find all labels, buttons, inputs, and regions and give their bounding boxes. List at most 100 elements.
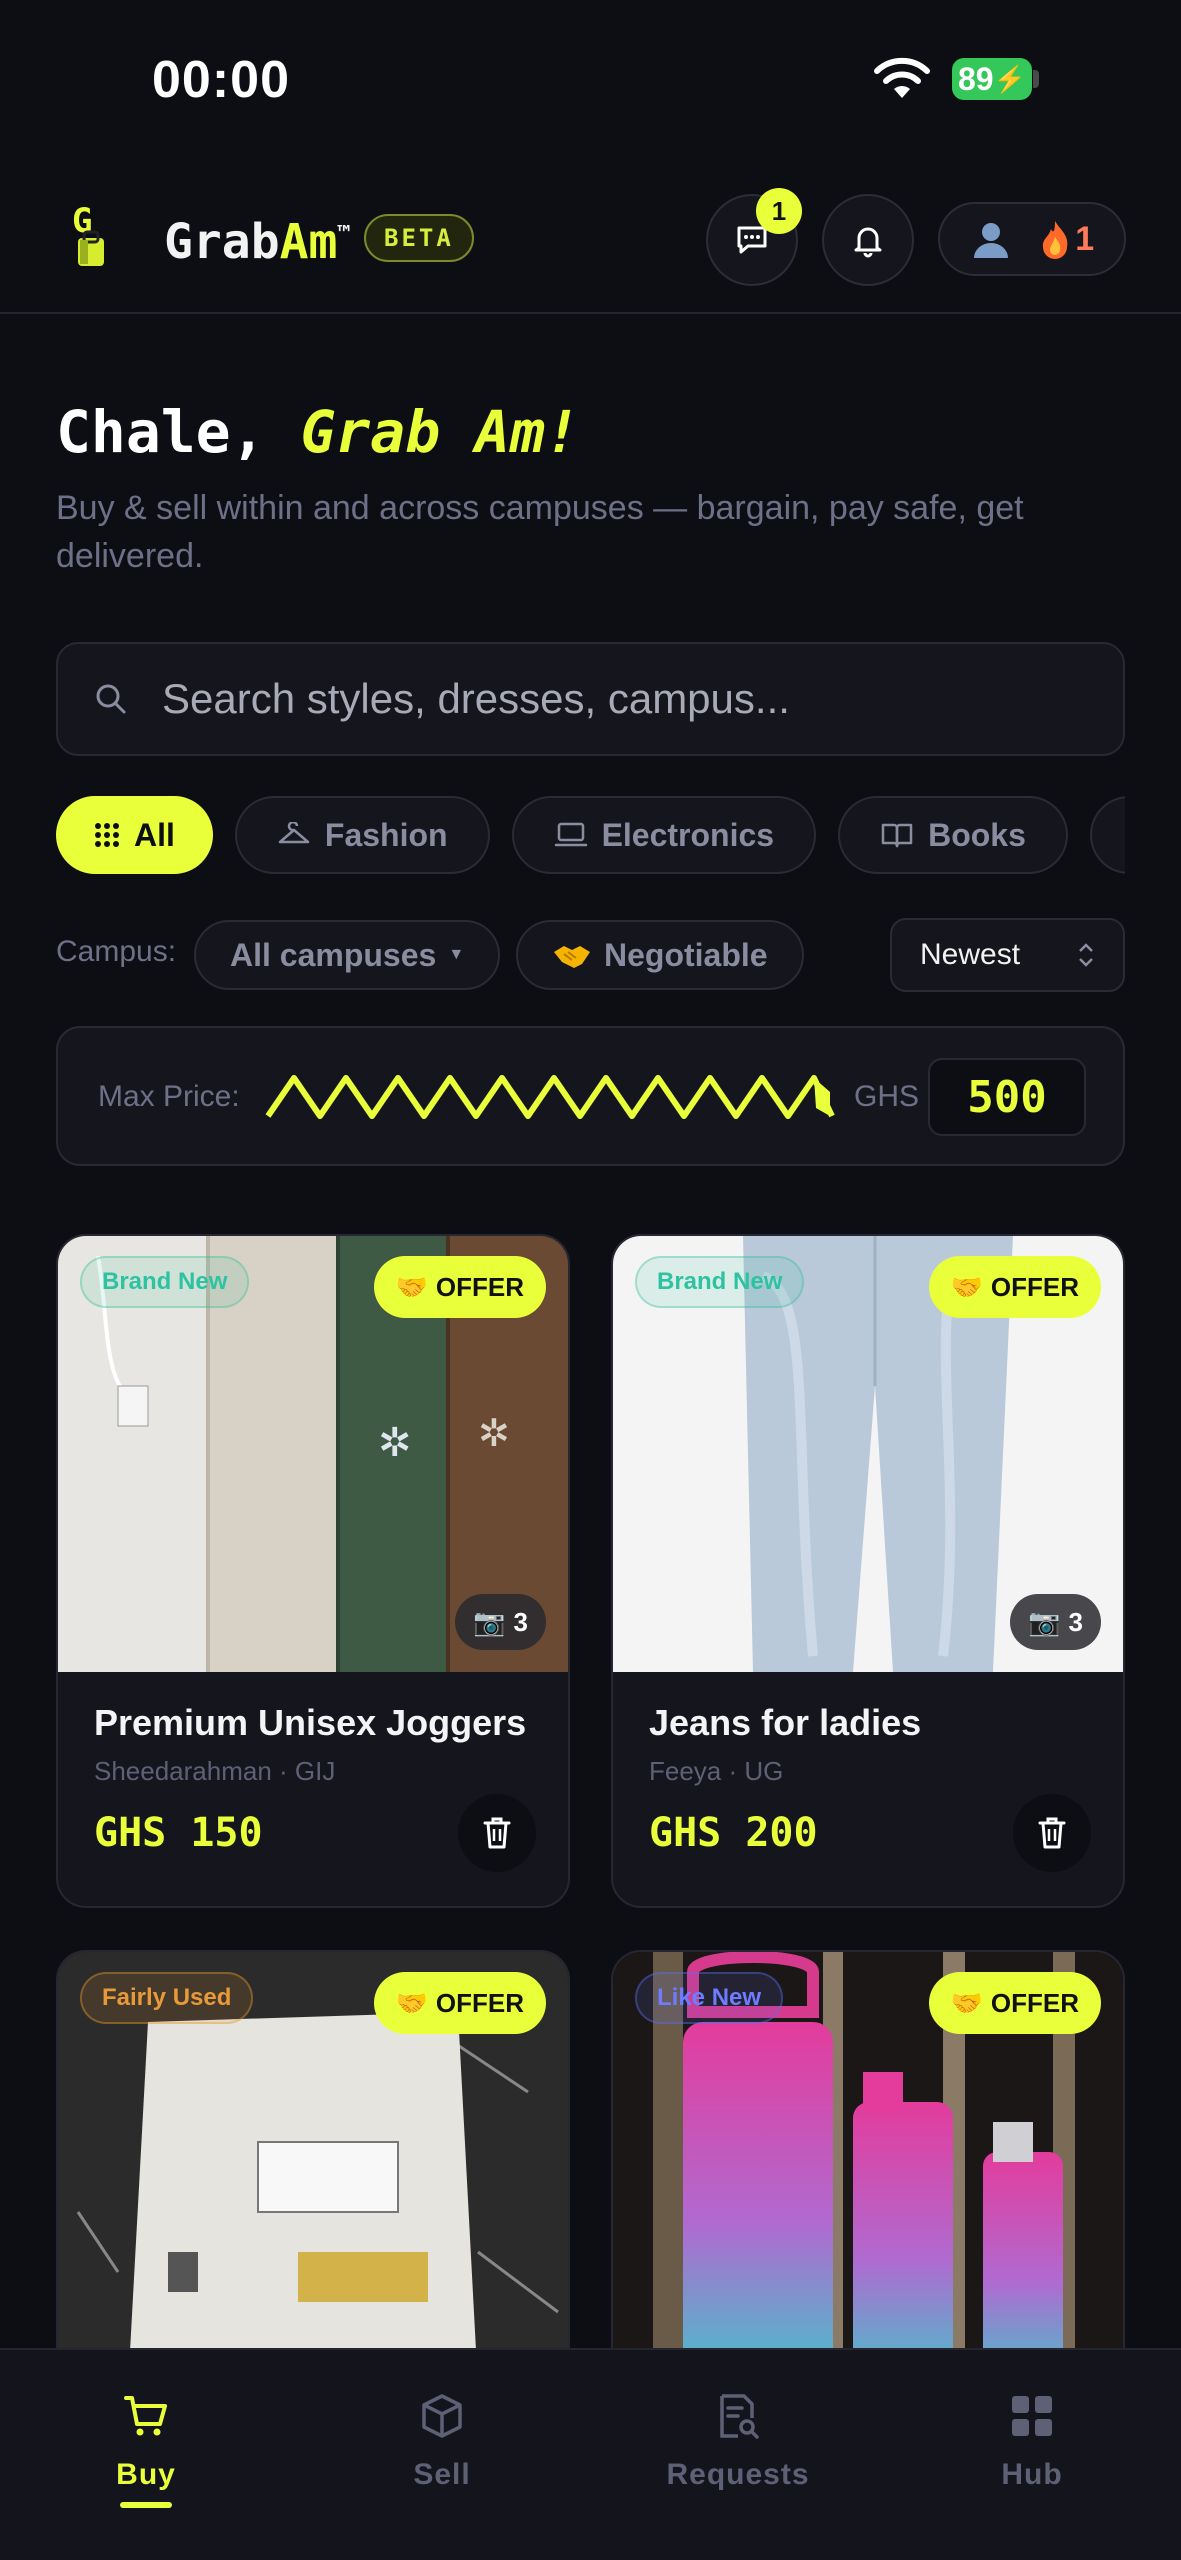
- offer-badge: 🤝 OFFER: [928, 1972, 1101, 2034]
- category-chip-label: Books: [928, 816, 1026, 853]
- condition-badge: Fairly Used: [80, 1972, 254, 2024]
- trash-icon: [1038, 1817, 1066, 1849]
- offer-label: OFFER: [435, 1987, 524, 2018]
- sort-chevrons-icon: [1079, 943, 1093, 967]
- box-icon: [422, 2394, 462, 2438]
- svg-text:✲: ✲: [478, 1413, 510, 1455]
- delete-listing-button[interactable]: [458, 1794, 536, 1872]
- hero-title: Chale, Grab Am!: [56, 398, 580, 466]
- streak-count: 1: [1075, 219, 1095, 258]
- nav-hub[interactable]: Hub: [932, 2392, 1132, 2492]
- category-chip-more[interactable]: [1089, 796, 1125, 874]
- messages-badge: 1: [756, 188, 802, 234]
- photo-count-badge: 📷 3: [1010, 1594, 1101, 1650]
- status-time: 00:00: [152, 51, 290, 109]
- svg-text:✲: ✲: [378, 1421, 412, 1465]
- nav-label: Buy: [116, 2458, 176, 2491]
- negotiable-toggle[interactable]: Negotiable: [516, 920, 804, 990]
- photo-count: 3: [513, 1606, 528, 1637]
- category-chip-electronics[interactable]: Electronics: [511, 796, 817, 874]
- battery-level: 89: [958, 60, 994, 97]
- offer-label: OFFER: [990, 1987, 1079, 2018]
- book-icon: [881, 823, 913, 848]
- max-price-filter: Max Price: GHS 500: [56, 1026, 1125, 1166]
- category-chip-books[interactable]: Books: [838, 796, 1068, 874]
- negotiable-label: Negotiable: [604, 936, 768, 973]
- trash-icon: [483, 1817, 511, 1849]
- price-slider-thumb[interactable]: [814, 1078, 830, 1116]
- category-chip-all[interactable]: All: [56, 796, 213, 874]
- grabam-logo-icon[interactable]: G: [66, 202, 116, 272]
- handshake-icon: 🤝: [395, 1987, 428, 2018]
- bell-icon: [854, 227, 882, 258]
- category-chips: All Fashion Electronics Books: [56, 796, 1125, 874]
- nav-label: Hub: [1001, 2458, 1063, 2491]
- max-price-input[interactable]: 500: [928, 1058, 1086, 1136]
- offer-badge: 🤝 OFFER: [373, 1256, 546, 1318]
- photo-count: 3: [1068, 1606, 1083, 1637]
- listing-title: Premium Unisex Joggers: [94, 1702, 527, 1743]
- campus-filter-label: Campus:: [56, 935, 177, 968]
- nav-buy[interactable]: Buy: [46, 2392, 246, 2508]
- search-bar[interactable]: [56, 642, 1125, 756]
- nav-sell[interactable]: Sell: [342, 2392, 542, 2492]
- delete-listing-button[interactable]: [1013, 1794, 1091, 1872]
- grid-dots-icon: [95, 823, 119, 847]
- sort-select[interactable]: Newest: [890, 918, 1125, 992]
- active-indicator: [120, 2502, 172, 2508]
- app-header: G GrabAm™ BETA 1 1: [0, 180, 1181, 314]
- listing-price: GHS 200: [649, 1810, 818, 1856]
- handshake-icon: [554, 946, 590, 968]
- price-slider[interactable]: [264, 1068, 884, 1126]
- streak-counter: 1: [1039, 219, 1094, 259]
- cart-icon: [124, 2396, 167, 2436]
- max-price-label: Max Price:: [98, 1080, 240, 1113]
- brand-name: GrabAm™: [164, 214, 351, 270]
- condition-badge: Brand New: [635, 1256, 805, 1308]
- offer-badge: 🤝 OFFER: [928, 1256, 1101, 1318]
- listing-seller: Feeya · UG: [649, 1756, 784, 1786]
- hero-title-highlight: Grab Am!: [300, 398, 580, 466]
- document-search-icon: [720, 2394, 759, 2439]
- status-bar: 00:00 89 ⚡: [0, 0, 1181, 160]
- listing-card[interactable]: Brand New 🤝 OFFER 📷 3 Jeans for ladies F…: [611, 1234, 1125, 1908]
- handshake-icon: 🤝: [950, 1271, 983, 1302]
- nav-label: Requests: [666, 2458, 810, 2491]
- profile-button[interactable]: 1: [938, 202, 1126, 276]
- campus-dropdown-value: All campuses: [230, 936, 437, 973]
- listing-photo: Like New 🤝 OFFER 📷 2: [613, 1952, 1123, 2388]
- offer-label: OFFER: [435, 1271, 524, 1302]
- hero-title-greeting: Chale,: [56, 398, 301, 466]
- battery-indicator: 89 ⚡: [952, 58, 1032, 100]
- handshake-icon: 🤝: [395, 1271, 428, 1302]
- bottom-navigation: Buy Sell Requests Hub: [0, 2348, 1181, 2560]
- charging-bolt-icon: ⚡: [993, 63, 1026, 94]
- listing-photo: Brand New 🤝 OFFER 📷 3: [613, 1236, 1123, 1672]
- listing-seller: Sheedarahman · GIJ: [94, 1756, 336, 1786]
- battery-cap: [1033, 70, 1039, 88]
- grid-squares-icon: [1012, 2396, 1052, 2436]
- category-chip-label: Fashion: [324, 816, 448, 853]
- listing-card[interactable]: ✲ ✲ Brand New 🤝 OFFER 📷 3 Premium Unisex…: [56, 1234, 570, 1908]
- category-chip-label: All: [134, 816, 175, 853]
- wifi-icon: [874, 57, 930, 98]
- notifications-button[interactable]: [822, 194, 914, 286]
- listing-title: Jeans for ladies: [649, 1702, 922, 1743]
- listing-price: GHS 150: [94, 1810, 263, 1856]
- nav-label: Sell: [413, 2458, 471, 2491]
- camera-icon: 📷: [473, 1606, 506, 1637]
- trademark-symbol: ™: [337, 222, 351, 247]
- condition-badge: Like New: [635, 1972, 784, 2024]
- category-chip-fashion[interactable]: Fashion: [234, 796, 490, 874]
- fire-icon: [1043, 221, 1068, 259]
- search-icon: [96, 684, 126, 714]
- search-input[interactable]: [162, 675, 1062, 723]
- offer-label: OFFER: [990, 1271, 1079, 1302]
- messages-button[interactable]: 1: [706, 188, 802, 286]
- campus-dropdown[interactable]: All campuses ▼: [194, 920, 501, 990]
- nav-requests[interactable]: Requests: [638, 2392, 838, 2492]
- brand-name-am: Am: [279, 214, 338, 270]
- beta-badge: BETA: [364, 214, 474, 262]
- brand-name-grab: Grab: [164, 214, 280, 270]
- caret-down-icon: ▼: [448, 946, 465, 963]
